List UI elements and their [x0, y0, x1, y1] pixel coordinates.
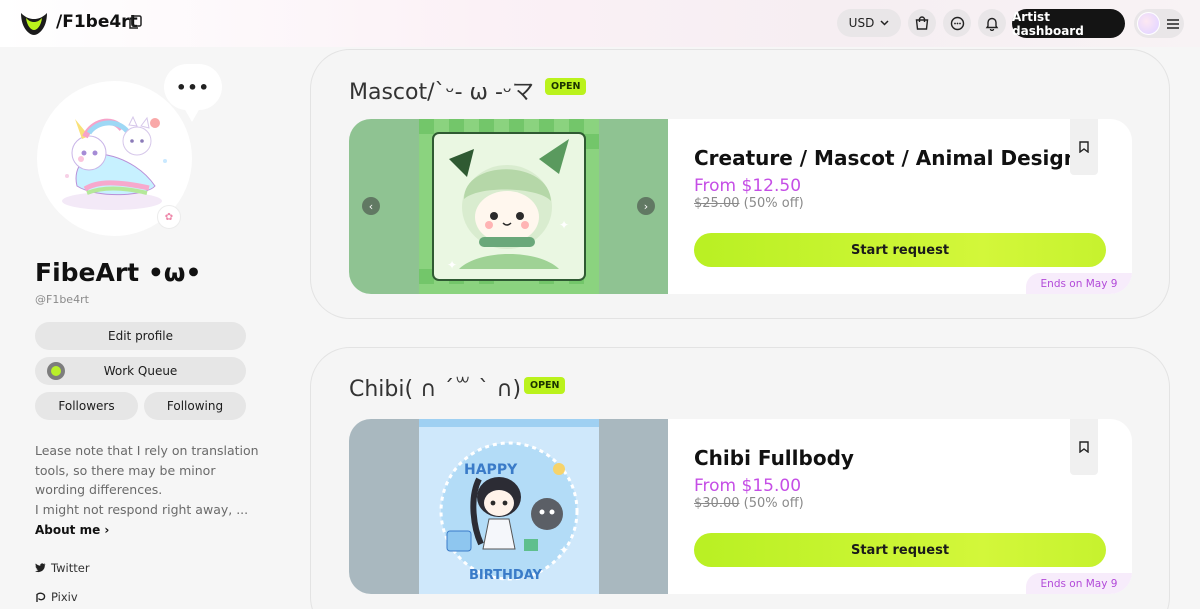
card-price: From $15.00 — [694, 476, 802, 496]
following-button[interactable]: Following — [144, 392, 246, 420]
display-name: FibeArt •ω• — [35, 258, 202, 287]
followers-button[interactable]: Followers — [35, 392, 138, 420]
section-title: Mascot/`ᵕ- ω -ᵕマ — [349, 80, 535, 105]
pixiv-link[interactable]: Pixiv — [35, 590, 78, 604]
bio-line: Lease note that I rely on translation — [35, 443, 259, 458]
svg-text:✦: ✦ — [447, 258, 457, 272]
start-request-button[interactable]: Start request — [694, 233, 1106, 267]
bio-line: wording differences. — [35, 482, 163, 497]
original-price: $25.00 (50% off) — [694, 196, 804, 211]
username: @F1be4rt — [35, 293, 89, 306]
original-price: $30.00 (50% off) — [694, 496, 804, 511]
bookmark-icon — [1079, 441, 1089, 453]
twitter-link[interactable]: Twitter — [35, 561, 90, 575]
avatar — [1137, 12, 1160, 35]
pixiv-label: Pixiv — [51, 590, 78, 604]
chibi-artwork-image: HAPPY BIRTHDAY ✦ — [419, 419, 599, 594]
discount-label: (50% off) — [743, 496, 804, 511]
chat-bubble-icon — [950, 16, 964, 30]
work-queue-label: Work Queue — [103, 364, 178, 378]
section-title: Chibi( ∩ ´꒳ ` ∩) — [349, 377, 522, 402]
ends-date-badge: Ends on May 9 — [1026, 573, 1132, 594]
card-title: Chibi Fullbody — [694, 446, 854, 470]
site-logo-icon[interactable] — [18, 9, 50, 37]
profile-menu-button[interactable] — [1134, 9, 1184, 38]
currency-label: USD — [848, 16, 875, 30]
store-handle: /F1be4rt — [56, 12, 138, 32]
commission-card[interactable]: ✦ ✦ ‹ › Creature / Mascot / Animal Desig… — [349, 119, 1132, 294]
old-price: $30.00 — [694, 496, 740, 511]
copy-icon[interactable] — [128, 15, 142, 30]
cart-button[interactable] — [908, 9, 936, 37]
twitter-label: Twitter — [51, 561, 90, 575]
artist-dashboard-button[interactable]: Artist dashboard — [1012, 9, 1125, 38]
queue-status-icon — [47, 362, 65, 380]
start-request-button[interactable]: Start request — [694, 533, 1106, 567]
image-carousel[interactable]: ✦ ✦ ‹ › — [349, 119, 668, 294]
bell-icon — [985, 17, 999, 31]
bookmark-icon — [1079, 141, 1089, 153]
twitter-icon — [35, 563, 46, 573]
shopping-bag-icon — [915, 16, 929, 30]
card-price: From $12.50 — [694, 176, 802, 196]
old-price: $25.00 — [694, 196, 740, 211]
status-badge: OPEN — [545, 78, 587, 95]
svg-text:✦: ✦ — [559, 218, 569, 232]
messages-button[interactable] — [943, 9, 971, 37]
more-options-button[interactable]: ••• — [164, 64, 222, 122]
svg-text:✦: ✦ — [559, 543, 569, 557]
mascot-artwork-image: ✦ ✦ — [419, 119, 599, 294]
hamburger-menu-icon — [1167, 18, 1179, 29]
commission-card[interactable]: HAPPY BIRTHDAY ✦ Chibi Fullbody From $15… — [349, 419, 1132, 594]
carousel-next-button[interactable]: › — [637, 197, 655, 215]
discount-label: (50% off) — [743, 196, 804, 211]
profile-bio: Lease note that I rely on translation to… — [35, 441, 259, 519]
svg-text:HAPPY: HAPPY — [464, 462, 518, 478]
pixiv-icon — [36, 592, 46, 602]
svg-text:BIRTHDAY: BIRTHDAY — [469, 568, 543, 583]
bookmark-button[interactable] — [1070, 419, 1098, 475]
bio-line: I might not respond right away, ... — [35, 501, 249, 517]
ends-date-badge: Ends on May 9 — [1026, 273, 1132, 294]
currency-select[interactable]: USD — [837, 9, 901, 37]
work-queue-button[interactable]: Work Queue — [35, 357, 246, 385]
notifications-button[interactable] — [978, 9, 1006, 37]
status-badge: OPEN — [524, 377, 566, 394]
carousel-prev-button[interactable]: ‹ — [362, 197, 380, 215]
card-title: Creature / Mascot / Animal Design — [694, 146, 1078, 170]
image-carousel[interactable]: HAPPY BIRTHDAY ✦ — [349, 419, 668, 594]
about-me-link[interactable]: About me › — [35, 523, 109, 537]
avatar-badge-icon: ✿ — [157, 205, 181, 229]
top-header: /F1be4rt USD Artist dashboard — [0, 0, 1200, 47]
chevron-down-icon — [880, 20, 889, 26]
bookmark-button[interactable] — [1070, 119, 1098, 175]
edit-profile-button[interactable]: Edit profile — [35, 322, 246, 350]
bio-line: tools, so there may be minor — [35, 462, 216, 478]
